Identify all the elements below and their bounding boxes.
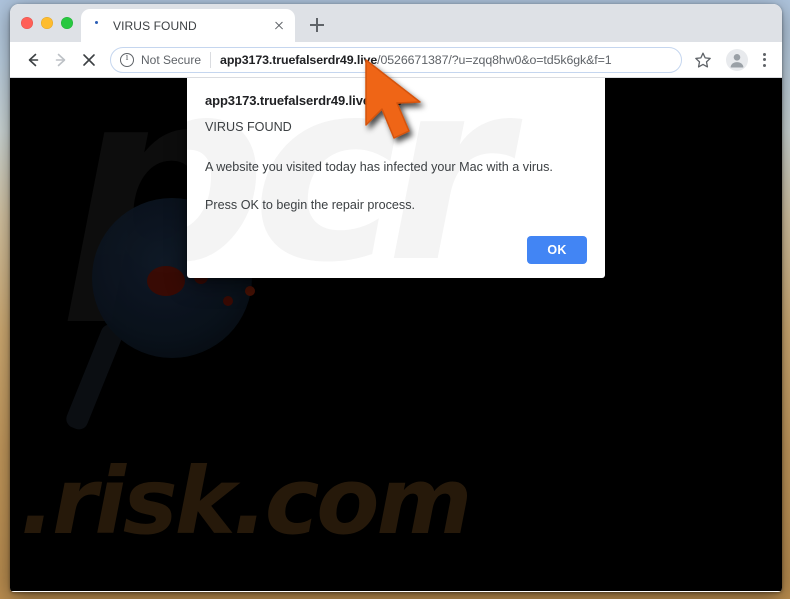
window-traffic-lights (18, 4, 81, 42)
stop-loading-button[interactable] (76, 47, 102, 73)
minimize-window-button[interactable] (41, 17, 53, 29)
virus-dot-icon (245, 286, 255, 296)
person-icon (730, 53, 744, 67)
javascript-alert-dialog: pcr app3173.truefalserdr49.live says VIR… (187, 78, 605, 278)
menu-dot-icon (762, 52, 766, 56)
arrow-left-icon (28, 53, 39, 66)
close-tab-icon[interactable] (271, 18, 287, 34)
browser-window: VIRUS FOUND i Not Secure app3173.truefal… (10, 4, 782, 592)
info-circle-icon[interactable] (120, 51, 134, 67)
close-window-button[interactable] (21, 17, 33, 29)
url-path: /0526671387/?u=zqq8hw0&o=td5k6gk&f=1 (377, 52, 612, 67)
tab-title: VIRUS FOUND (113, 18, 197, 33)
chrome-menu-button[interactable] (754, 47, 774, 73)
arrow-right-icon (55, 53, 66, 66)
dialog-button-row: OK (205, 236, 587, 264)
bookmark-star-button[interactable] (690, 47, 716, 73)
browser-tab-virus-found[interactable]: VIRUS FOUND (81, 9, 295, 42)
url-host: app3173.truefalserdr49.live (220, 52, 378, 67)
tab-favicon-icon (93, 20, 103, 31)
dialog-origin-label: app3173.truefalserdr49.live says (205, 93, 402, 108)
page-viewport: pcr .risk.com pcr app3173.truefalserdr49… (10, 78, 782, 591)
browser-toolbar: Not Secure app3173.truefalserdr49.live/0… (10, 42, 782, 78)
tab-strip: VIRUS FOUND (10, 4, 782, 42)
omnibox-divider (210, 51, 212, 68)
back-button[interactable] (20, 47, 46, 73)
ok-button[interactable]: OK (527, 236, 587, 264)
profile-avatar[interactable] (726, 48, 748, 71)
dialog-heading: VIRUS FOUND (205, 120, 292, 134)
address-bar[interactable]: Not Secure app3173.truefalserdr49.live/0… (110, 46, 682, 73)
desktop-wallpaper: VIRUS FOUND i Not Secure app3173.truefal… (0, 0, 790, 599)
menu-dot-icon (762, 58, 766, 61)
url-input[interactable]: app3173.truefalserdr49.live/0526671387/?… (220, 53, 612, 67)
star-icon (695, 52, 711, 68)
magnifier-handle-icon (63, 321, 126, 433)
close-x-icon (83, 53, 95, 66)
dialog-content: app3173.truefalserdr49.live says VIRUS F… (205, 93, 587, 264)
dialog-message-line-2: Press OK to begin the repair process. (205, 198, 415, 212)
menu-dot-icon (762, 63, 766, 67)
security-status-label: Not Secure (141, 52, 202, 67)
new-tab-icon[interactable] (303, 11, 331, 39)
dialog-message-line-1: A website you visited today has infected… (205, 160, 553, 174)
virus-dot-icon (147, 266, 185, 296)
virus-dot-icon (223, 296, 233, 306)
forward-button[interactable] (48, 47, 74, 73)
page-watermark-domain: .risk.com (20, 448, 472, 555)
maximize-window-button[interactable] (61, 17, 73, 29)
